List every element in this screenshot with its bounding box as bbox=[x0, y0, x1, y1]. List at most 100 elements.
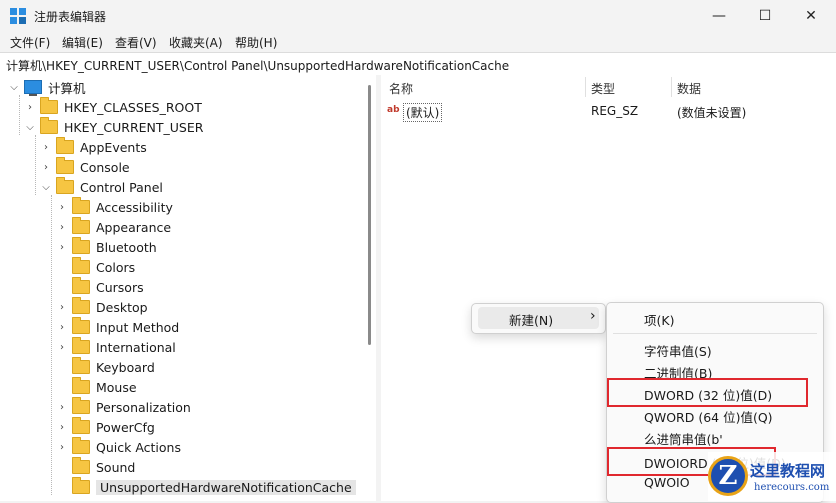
tree-item-sound[interactable]: Sound bbox=[56, 457, 135, 477]
no-chevron bbox=[56, 481, 68, 493]
menu-bar: 文件(F) 编辑(E) 查看(V) 收藏夹(A) 帮助(H) bbox=[0, 32, 836, 52]
chevron-right-icon[interactable]: › bbox=[56, 221, 68, 233]
tree-item-label: Console bbox=[80, 159, 130, 175]
submenu-item-qword[interactable]: QWORD (64 位)值(Q) bbox=[644, 407, 773, 426]
folder-icon bbox=[72, 197, 90, 214]
tree-item-label: Cursors bbox=[96, 279, 144, 295]
column-header-name[interactable]: 名称 bbox=[389, 80, 413, 97]
folder-icon bbox=[40, 97, 58, 114]
tree-item-desktop[interactable]: › Desktop bbox=[56, 297, 148, 317]
tree-item-label: 计算机 bbox=[48, 80, 86, 96]
tree-item-label: Keyboard bbox=[96, 359, 155, 375]
tree-item-bluetooth[interactable]: › Bluetooth bbox=[56, 237, 157, 257]
folder-icon bbox=[72, 377, 90, 394]
tree-item-label: Desktop bbox=[96, 299, 148, 315]
tree-item-computer[interactable]: ⌵ 计算机 bbox=[8, 77, 86, 97]
menu-file[interactable]: 文件(F) bbox=[10, 34, 50, 51]
folder-icon bbox=[56, 177, 74, 194]
tree-item-label: Control Panel bbox=[80, 179, 163, 195]
tree-item-input-method[interactable]: › Input Method bbox=[56, 317, 179, 337]
tree-item-powercfg[interactable]: › PowerCfg bbox=[56, 417, 155, 437]
tree-item-quick-actions[interactable]: › Quick Actions bbox=[56, 437, 181, 457]
folder-icon bbox=[72, 277, 90, 294]
tree-pane: ⌵ 计算机 › HKEY_CLASSES_ROOT ⌵ HKEY_CURRENT… bbox=[0, 75, 376, 501]
column-header-type[interactable]: 类型 bbox=[591, 80, 615, 97]
tree-item-mouse[interactable]: Mouse bbox=[56, 377, 137, 397]
tree-item-personalization[interactable]: › Personalization bbox=[56, 397, 191, 417]
tree-item-label: PowerCfg bbox=[96, 419, 155, 435]
value-row[interactable]: ab (默认) REG_SZ (数值未设置) bbox=[381, 102, 836, 122]
submenu-item-key[interactable]: 项(K) bbox=[644, 310, 674, 329]
tree-item-cursors[interactable]: Cursors bbox=[56, 277, 144, 297]
minimize-button[interactable]: — bbox=[696, 0, 742, 32]
chevron-right-icon[interactable]: › bbox=[56, 441, 68, 453]
no-chevron bbox=[56, 381, 68, 393]
tree-item-label: HKEY_CURRENT_USER bbox=[64, 119, 204, 135]
submenu-item-string[interactable]: 字符串值(S) bbox=[644, 341, 712, 360]
tree-item-keyboard[interactable]: Keyboard bbox=[56, 357, 155, 377]
menu-help[interactable]: 帮助(H) bbox=[235, 34, 277, 51]
chevron-down-icon[interactable]: ⌵ bbox=[8, 81, 20, 93]
watermark: Z 这里教程网 herecours.com bbox=[708, 452, 836, 501]
tree-item-label: Colors bbox=[96, 259, 136, 275]
tree-item-label: Accessibility bbox=[96, 199, 173, 215]
close-button[interactable]: ✕ bbox=[788, 0, 834, 32]
regedit-app-icon bbox=[10, 8, 26, 24]
folder-icon bbox=[72, 297, 90, 314]
chevron-right-icon[interactable]: › bbox=[40, 141, 52, 153]
chevron-right-icon[interactable]: › bbox=[56, 341, 68, 353]
tree-item-international[interactable]: › International bbox=[56, 337, 176, 357]
tree-item-hkcu[interactable]: ⌵ HKEY_CURRENT_USER bbox=[24, 117, 203, 137]
title-bar: 注册表编辑器 — ☐ ✕ bbox=[0, 0, 836, 32]
column-header-data[interactable]: 数据 bbox=[677, 80, 701, 97]
submenu-item-multi-string[interactable]: 么进筒串值(b' bbox=[644, 429, 723, 448]
folder-icon bbox=[72, 457, 90, 474]
highlight-box-dword bbox=[607, 378, 808, 407]
context-menu-new[interactable]: 新建(N) › bbox=[478, 307, 599, 329]
chevron-right-icon[interactable]: › bbox=[56, 241, 68, 253]
tree-item-console[interactable]: › Console bbox=[40, 157, 130, 177]
folder-icon bbox=[40, 117, 58, 134]
chevron-right-icon[interactable]: › bbox=[24, 101, 36, 113]
watermark-url: herecours.com bbox=[754, 482, 830, 493]
no-chevron bbox=[56, 261, 68, 273]
menu-favorites[interactable]: 收藏夹(A) bbox=[169, 34, 223, 51]
folder-icon bbox=[56, 157, 74, 174]
tree-item-accessibility[interactable]: › Accessibility bbox=[56, 197, 173, 217]
folder-icon bbox=[72, 357, 90, 374]
folder-icon bbox=[72, 437, 90, 454]
address-bar[interactable]: 计算机\HKEY_CURRENT_USER\Control Panel\Unsu… bbox=[0, 52, 836, 76]
context-menu: 新建(N) › bbox=[471, 303, 606, 334]
tree-item-hkcr[interactable]: › HKEY_CLASSES_ROOT bbox=[24, 97, 202, 117]
folder-icon bbox=[72, 237, 90, 254]
tree-item-colors[interactable]: Colors bbox=[56, 257, 135, 277]
no-chevron bbox=[56, 361, 68, 373]
submenu-item-qword-duplicate[interactable]: QWOIO bbox=[644, 475, 690, 490]
window-title: 注册表编辑器 bbox=[34, 10, 107, 24]
chevron-right-icon[interactable]: › bbox=[40, 161, 52, 173]
chevron-down-icon[interactable]: ⌵ bbox=[24, 121, 36, 133]
tree-item-label: Sound bbox=[96, 459, 136, 475]
chevron-down-icon[interactable]: ⌵ bbox=[40, 181, 52, 193]
tree-item-label: Appearance bbox=[96, 219, 172, 235]
tree-item-unsupported-hw-cache[interactable]: UnsupportedHardwareNotificationCache bbox=[56, 477, 356, 497]
tree-item-appevents[interactable]: › AppEvents bbox=[40, 137, 147, 157]
tree-item-label: Bluetooth bbox=[96, 239, 157, 255]
chevron-right-icon[interactable]: › bbox=[56, 301, 68, 313]
maximize-button[interactable]: ☐ bbox=[742, 0, 788, 32]
value-type: REG_SZ bbox=[591, 104, 639, 118]
tree-item-label: Input Method bbox=[96, 319, 180, 335]
chevron-right-icon[interactable]: › bbox=[56, 421, 68, 433]
menu-edit[interactable]: 编辑(E) bbox=[62, 34, 103, 51]
tree-item-label: Personalization bbox=[96, 399, 191, 415]
folder-icon bbox=[72, 257, 90, 274]
folder-icon bbox=[72, 477, 90, 494]
tree-scrollbar-thumb[interactable] bbox=[368, 85, 371, 345]
string-value-icon: ab bbox=[387, 105, 400, 115]
chevron-right-icon[interactable]: › bbox=[56, 401, 68, 413]
tree-item-appearance[interactable]: › Appearance bbox=[56, 217, 171, 237]
tree-item-control-panel[interactable]: ⌵ Control Panel bbox=[40, 177, 163, 197]
chevron-right-icon[interactable]: › bbox=[56, 321, 68, 333]
menu-view[interactable]: 查看(V) bbox=[115, 34, 157, 51]
chevron-right-icon[interactable]: › bbox=[56, 201, 68, 213]
